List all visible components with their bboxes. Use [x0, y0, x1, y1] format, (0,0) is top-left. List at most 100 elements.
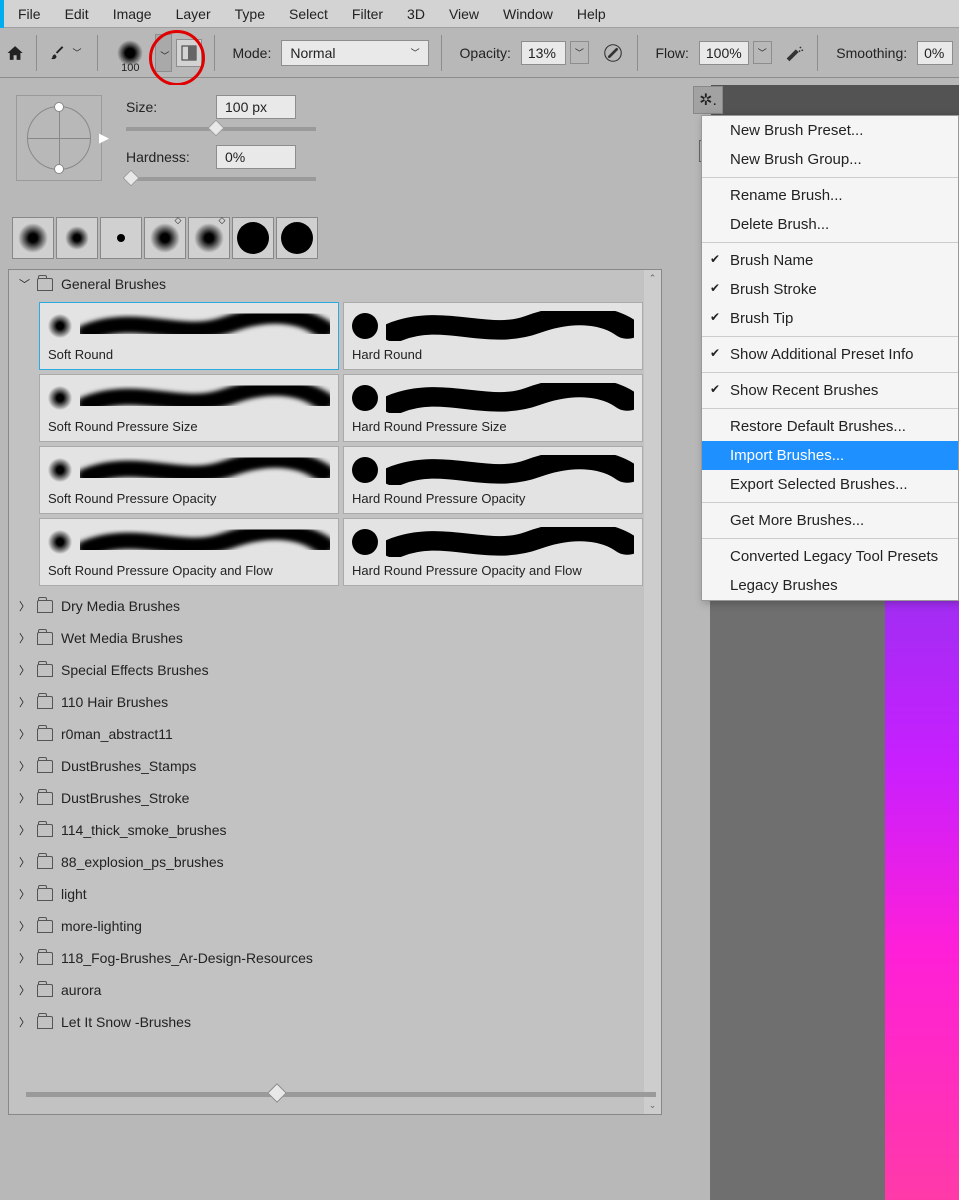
thumbnail-size-slider[interactable] [26, 1092, 656, 1097]
brush-settings-toggle[interactable] [176, 39, 202, 67]
flow-dropdown[interactable]: ﹀ [753, 41, 772, 64]
brush-group-header[interactable]: 〉 Wet Media Brushes [9, 622, 661, 654]
group-name: Dry Media Brushes [61, 598, 180, 614]
menu-image[interactable]: Image [101, 2, 164, 26]
menu-window[interactable]: Window [491, 2, 565, 26]
brush-group-header[interactable]: 〉 r0man_abstract11 [9, 718, 661, 750]
brush-tool-icon[interactable] [49, 44, 65, 62]
brush-preset[interactable]: Soft Round Pressure Opacity [39, 446, 339, 514]
brush-group-header[interactable]: 〉 Let It Snow -Brushes [9, 1006, 661, 1038]
chevron-right-icon: 〉 [19, 726, 29, 742]
menu-help[interactable]: Help [565, 2, 618, 26]
size-slider[interactable] [126, 127, 316, 131]
brush-preset-name: Hard Round Pressure Opacity and Flow [352, 563, 634, 578]
recent-brush[interactable]: ◇ [188, 217, 230, 259]
recent-brush[interactable] [12, 217, 54, 259]
home-icon[interactable] [6, 43, 24, 63]
recent-brushes-row: ◇ ◇ [12, 217, 662, 259]
menu-filter[interactable]: Filter [340, 2, 395, 26]
menu-separator [702, 336, 958, 337]
menu-item[interactable]: New Brush Preset... [702, 116, 958, 145]
brush-group-header[interactable]: ﹀ General Brushes [9, 270, 661, 298]
menu-item[interactable]: Brush Stroke [702, 275, 958, 304]
size-input[interactable]: 100 px [216, 95, 296, 119]
menu-item[interactable]: Legacy Brushes [702, 571, 958, 600]
brush-preset-picker[interactable]: 100 [109, 32, 151, 74]
brush-preset-dropdown[interactable]: ﹀ [155, 34, 172, 72]
brush-preset[interactable]: Soft Round [39, 302, 339, 370]
menu-item[interactable]: Show Additional Preset Info [702, 340, 958, 369]
recent-brush[interactable] [232, 217, 274, 259]
recent-brush[interactable]: ◇ [144, 217, 186, 259]
folder-icon [37, 728, 53, 741]
opacity-input[interactable]: 13% [521, 41, 566, 65]
brush-tip-icon [48, 458, 72, 482]
menu-item[interactable]: Import Brushes... [702, 441, 958, 470]
airbrush-toggle[interactable] [782, 40, 806, 66]
brush-group-header[interactable]: 〉 light [9, 878, 661, 910]
menu-item[interactable]: Restore Default Brushes... [702, 412, 958, 441]
hardness-input[interactable]: 0% [216, 145, 296, 169]
folder-icon [37, 760, 53, 773]
menu-item[interactable]: Delete Brush... [702, 210, 958, 239]
menu-select[interactable]: Select [277, 2, 340, 26]
brush-group-header[interactable]: 〉 DustBrushes_Stamps [9, 750, 661, 782]
brush-preset[interactable]: Hard Round Pressure Opacity and Flow [343, 518, 643, 586]
brush-preset[interactable]: Soft Round Pressure Size [39, 374, 339, 442]
menu-item[interactable]: Get More Brushes... [702, 506, 958, 535]
panel-menu-button[interactable]: ✲. [693, 86, 723, 114]
menu-item[interactable]: Rename Brush... [702, 181, 958, 210]
brush-preset[interactable]: Hard Round [343, 302, 643, 370]
brush-angle-widget[interactable]: ▶ [16, 95, 102, 181]
menu-type[interactable]: Type [223, 2, 277, 26]
brush-group-header[interactable]: 〉 114_thick_smoke_brushes [9, 814, 661, 846]
brush-group-header[interactable]: 〉 88_explosion_ps_brushes [9, 846, 661, 878]
group-name: 110 Hair Brushes [61, 694, 168, 710]
menu-3d[interactable]: 3D [395, 2, 437, 26]
brush-group-header[interactable]: 〉 aurora [9, 974, 661, 1006]
menu-edit[interactable]: Edit [53, 2, 101, 26]
opacity-pressure-toggle[interactable] [601, 40, 625, 66]
menu-separator [702, 372, 958, 373]
brush-group-header[interactable]: 〉 DustBrushes_Stroke [9, 782, 661, 814]
recent-brush[interactable] [276, 217, 318, 259]
menu-separator [702, 502, 958, 503]
brush-group-header[interactable]: 〉 118_Fog-Brushes_Ar-Design-Resources [9, 942, 661, 974]
menu-separator [702, 538, 958, 539]
folder-icon [37, 278, 53, 291]
brush-group-header[interactable]: 〉 Special Effects Brushes [9, 654, 661, 686]
brush-tip-icon [352, 457, 378, 483]
menu-item[interactable]: Brush Name [702, 246, 958, 275]
group-name: 118_Fog-Brushes_Ar-Design-Resources [61, 950, 313, 966]
menu-view[interactable]: View [437, 2, 491, 26]
menu-item[interactable]: Show Recent Brushes [702, 376, 958, 405]
menu-file[interactable]: File [6, 2, 53, 26]
recent-brush[interactable] [56, 217, 98, 259]
recent-brush[interactable] [100, 217, 142, 259]
hardness-slider[interactable] [126, 177, 316, 181]
canvas-content [885, 575, 959, 1200]
brush-preset[interactable]: Hard Round Pressure Opacity [343, 446, 643, 514]
menu-item[interactable]: Converted Legacy Tool Presets [702, 542, 958, 571]
menu-layer[interactable]: Layer [164, 2, 223, 26]
opacity-dropdown[interactable]: ﹀ [570, 41, 589, 64]
brush-group-header[interactable]: 〉 110 Hair Brushes [9, 686, 661, 718]
brush-preset[interactable]: Hard Round Pressure Size [343, 374, 643, 442]
scroll-up-button[interactable]: ⌃ [644, 270, 661, 287]
smoothing-input[interactable]: 0% [917, 41, 953, 65]
menu-item[interactable]: Export Selected Brushes... [702, 470, 958, 499]
brush-group-header[interactable]: 〉 Dry Media Brushes [9, 590, 661, 622]
brush-size-readout: 100 [121, 62, 139, 74]
blend-mode-select[interactable]: Normal﹀ [281, 40, 428, 66]
tool-dropdown[interactable]: ﹀ [70, 46, 85, 59]
flow-input[interactable]: 100% [699, 41, 749, 65]
blend-mode-value: Normal [290, 45, 335, 61]
scroll-down-button[interactable]: ⌄ [644, 1097, 661, 1114]
scrollbar[interactable]: ⌃ ⌄ [644, 270, 661, 1114]
brush-group-header[interactable]: 〉 more-lighting [9, 910, 661, 942]
folder-icon [37, 664, 53, 677]
menu-item[interactable]: New Brush Group... [702, 145, 958, 174]
brush-preset[interactable]: Soft Round Pressure Opacity and Flow [39, 518, 339, 586]
brush-preset-name: Soft Round Pressure Opacity [48, 491, 330, 506]
menu-item[interactable]: Brush Tip [702, 304, 958, 333]
